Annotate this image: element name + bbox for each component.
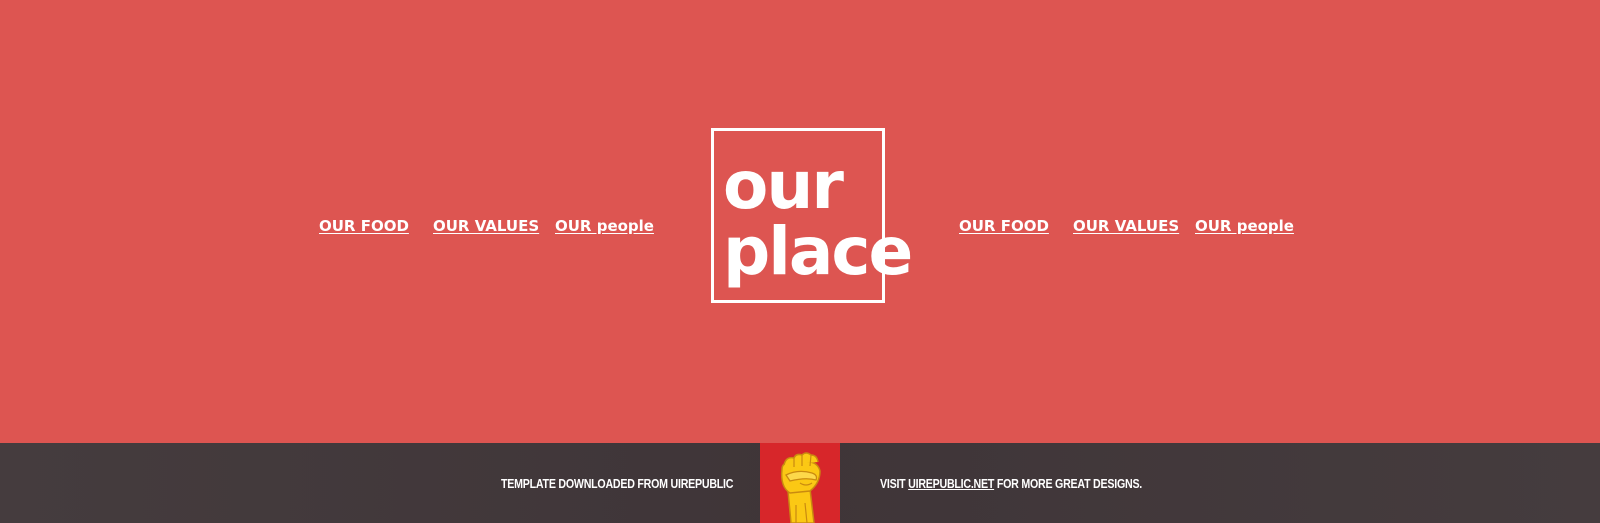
logo[interactable]: our place [711,128,913,303]
raised-fist-icon [780,452,821,523]
nav-left-our-values[interactable]: OUR VALUES [433,216,539,236]
logo-line-place: place [723,213,913,290]
uirepublic-link[interactable]: UIREPUBLIC.NET [908,476,994,491]
nav-right-our-values[interactable]: OUR VALUES [1073,216,1179,236]
nav-left-our-people[interactable]: OUR people [555,216,654,236]
uirepublic-badge[interactable] [760,443,840,523]
nav-left-our-food[interactable]: OUR FOOD [319,216,409,236]
nav-right-our-people[interactable]: OUR people [1195,216,1294,236]
hero-section: OUR FOOD OUR VALUES OUR people our place… [0,0,1600,443]
nav-right-our-food[interactable]: OUR FOOD [959,216,1049,236]
footer-credit-text: TEMPLATE DOWNLOADED FROM UIREPUBLIC [501,476,734,491]
footer-visit-prefix: VISIT [880,476,906,491]
logo-line-our: our [723,147,844,224]
footer-visit-suffix: FOR MORE GREAT DESIGNS. [996,476,1143,491]
footer-bar: TEMPLATE DOWNLOADED FROM UIREPUBLIC VISI… [0,443,1600,523]
footer-visit-text: VISIT UIREPUBLIC.NET FOR MORE GREAT DESI… [880,476,1142,492]
